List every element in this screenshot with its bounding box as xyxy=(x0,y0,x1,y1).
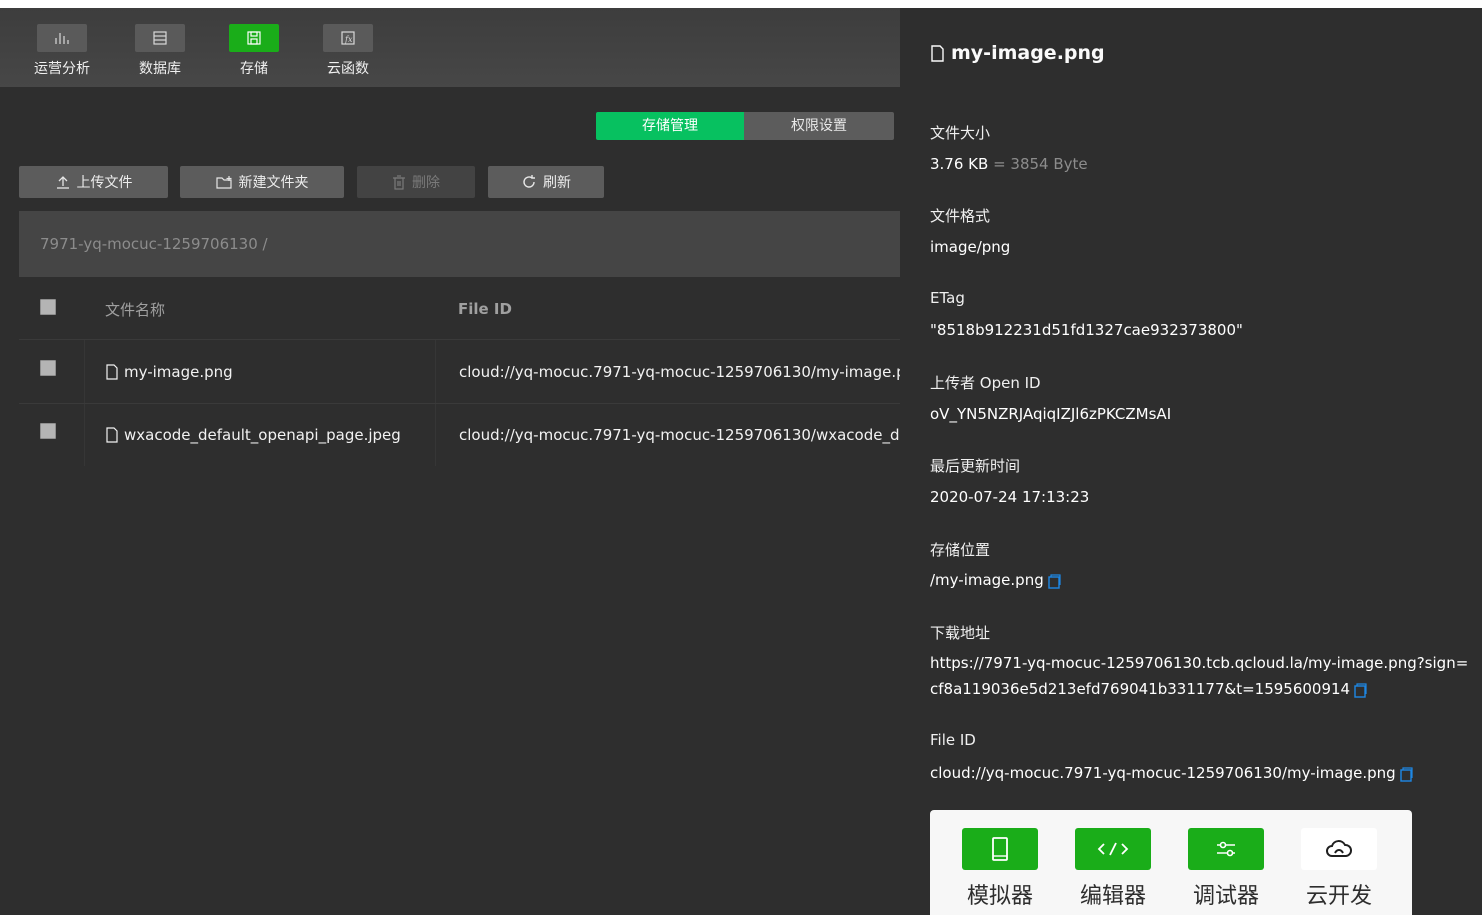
row-checkbox[interactable] xyxy=(40,423,56,439)
storage-main-area: 运营分析 数据库 存储 fx 云函数 存储管理 权限设置 上传文件 新建文件夹 xyxy=(0,8,900,915)
format-value: image/png xyxy=(930,238,1011,256)
file-icon xyxy=(106,364,118,380)
download-url: https://7971-yq-mocuc-1259706130.tcb.qcl… xyxy=(930,654,1469,698)
top-toolbar: 运营分析 数据库 存储 fx 云函数 xyxy=(0,8,900,87)
refresh-button[interactable]: 刷新 xyxy=(488,166,604,198)
code-icon xyxy=(1075,828,1151,870)
file-id-cell: cloud://yq-mocuc.7971-yq-mocuc-125970613… xyxy=(459,426,900,444)
debugger-button[interactable]: 调试器 xyxy=(1186,828,1266,910)
size-kb: 3.76 KB xyxy=(930,155,989,173)
breadcrumb[interactable]: 7971-yq-mocuc-1259706130 / xyxy=(19,211,900,277)
file-icon xyxy=(106,427,118,443)
copy-icon[interactable] xyxy=(1046,573,1062,589)
new-folder-icon xyxy=(215,175,232,189)
file-name: my-image.png xyxy=(124,363,233,381)
header-divider xyxy=(19,339,900,340)
new-folder-button[interactable]: 新建文件夹 xyxy=(180,166,344,198)
bottom-dock: 模拟器 编辑器 调试器 云开发 xyxy=(930,810,1412,915)
toolbar-storage[interactable]: 存储 xyxy=(224,24,284,78)
editor-button[interactable]: 编辑器 xyxy=(1073,828,1153,910)
file-detail-panel: my-image.png 文件大小 3.76 KB = 3854 Byte 文件… xyxy=(900,8,1482,915)
row-divider xyxy=(19,403,900,404)
svg-text:fx: fx xyxy=(344,35,353,44)
simulator-button[interactable]: 模拟器 xyxy=(960,828,1040,910)
refresh-icon xyxy=(523,175,535,188)
updated-label: 最后更新时间 xyxy=(930,457,1021,475)
format-label: 文件格式 xyxy=(930,207,991,225)
detail-title-text: my-image.png xyxy=(951,42,1105,64)
function-icon: fx xyxy=(323,24,373,52)
detail-title: my-image.png xyxy=(930,42,1105,64)
select-all-checkbox[interactable] xyxy=(40,299,56,315)
refresh-button-label: 刷新 xyxy=(543,175,571,191)
tab-storage-management[interactable]: 存储管理 xyxy=(596,112,744,140)
toolbar-label: 数据库 xyxy=(139,61,181,77)
fileid-text: cloud://yq-mocuc.7971-yq-mocuc-125970613… xyxy=(930,764,1396,782)
file-id-cell: cloud://yq-mocuc.7971-yq-mocuc-125970613… xyxy=(459,363,900,381)
window-top-strip xyxy=(0,0,1482,8)
uploader-label: 上传者 Open ID xyxy=(930,374,1041,392)
location-label: 存储位置 xyxy=(930,541,991,559)
database-icon xyxy=(135,24,185,52)
column-header-file-id[interactable]: File ID xyxy=(458,300,512,318)
file-icon xyxy=(931,44,944,62)
toolbar-label: 云函数 xyxy=(327,61,369,77)
size-bytes: = 3854 Byte xyxy=(993,155,1088,173)
etag-value: "8518b912231d51fd1327cae932373800" xyxy=(930,321,1243,339)
dock-label: 调试器 xyxy=(1192,884,1259,909)
size-label: 文件大小 xyxy=(930,124,991,142)
row-checkbox[interactable] xyxy=(40,360,56,376)
toolbar-label: 运营分析 xyxy=(34,61,90,77)
bar-chart-icon xyxy=(37,24,87,52)
dock-label: 模拟器 xyxy=(966,884,1033,909)
location-text: /my-image.png xyxy=(930,571,1044,589)
location-value: /my-image.png xyxy=(930,571,1062,589)
fileid-value: cloud://yq-mocuc.7971-yq-mocuc-125970613… xyxy=(930,764,1414,782)
cloud-icon xyxy=(1301,828,1377,870)
toolbar-analytics[interactable]: 运营分析 xyxy=(32,24,92,78)
new-folder-button-label: 新建文件夹 xyxy=(238,175,309,191)
dock-label: 编辑器 xyxy=(1079,884,1146,909)
uploader-value: oV_YN5NZRJAqiqIZJl6zPKCZMsAI xyxy=(930,405,1172,423)
tab-permissions[interactable]: 权限设置 xyxy=(744,112,894,140)
delete-button-label: 删除 xyxy=(412,175,440,191)
trash-icon xyxy=(393,174,405,190)
table-row-name[interactable]: my-image.png xyxy=(105,363,233,381)
etag-label: ETag xyxy=(930,289,965,307)
upload-icon xyxy=(56,176,69,189)
upload-button[interactable]: 上传文件 xyxy=(19,166,168,198)
updated-value: 2020-07-24 17:13:23 xyxy=(930,488,1090,506)
fileid-label: File ID xyxy=(930,731,976,749)
phone-icon xyxy=(962,828,1038,870)
copy-icon[interactable] xyxy=(1398,766,1414,782)
save-icon xyxy=(229,24,279,52)
delete-button[interactable]: 删除 xyxy=(357,166,475,198)
file-name: wxacode_default_openapi_page.jpeg xyxy=(124,426,401,444)
table-row-name[interactable]: wxacode_default_openapi_page.jpeg xyxy=(105,426,401,444)
dock-label: 云开发 xyxy=(1305,884,1372,909)
toolbar-label: 存储 xyxy=(240,61,268,77)
download-value: https://7971-yq-mocuc-1259706130.tcb.qcl… xyxy=(930,650,1470,702)
sliders-icon xyxy=(1188,828,1264,870)
column-header-name[interactable]: 文件名称 xyxy=(105,299,165,320)
download-label: 下载地址 xyxy=(930,624,991,642)
upload-button-label: 上传文件 xyxy=(76,175,133,191)
toolbar-cloud-functions[interactable]: fx 云函数 xyxy=(318,24,378,78)
copy-icon[interactable] xyxy=(1352,682,1368,698)
cloud-dev-button[interactable]: 云开发 xyxy=(1299,828,1379,910)
size-value: 3.76 KB = 3854 Byte xyxy=(930,155,1088,173)
toolbar-database[interactable]: 数据库 xyxy=(130,24,190,78)
